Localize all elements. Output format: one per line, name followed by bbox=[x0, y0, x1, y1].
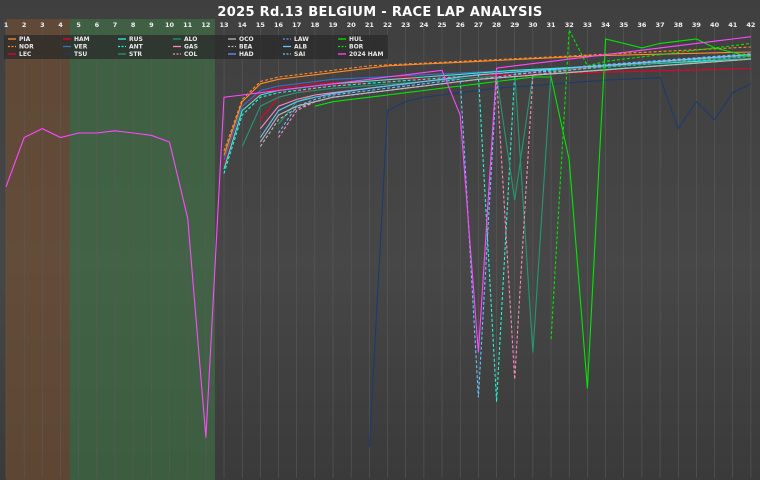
x-tick-9: 9 bbox=[149, 21, 154, 29]
x-tick-14: 14 bbox=[238, 21, 248, 29]
x-tick-labels: 1 2 3 4 5 6 7 8 9 10 11 12 13 14 15 16 17 18 19 20 21 22 23 24 2… bbox=[4, 21, 756, 29]
series-line-tsu bbox=[368, 76, 752, 447]
legend-label: LAW bbox=[294, 36, 309, 43]
x-tick-41: 41 bbox=[728, 21, 738, 29]
x-tick-7: 7 bbox=[113, 21, 118, 29]
x-tick-12: 12 bbox=[201, 21, 210, 29]
series-line-pia bbox=[223, 51, 751, 156]
x-tick-19: 19 bbox=[329, 21, 339, 29]
x-tick-21: 21 bbox=[365, 21, 375, 29]
x-tick-10: 10 bbox=[165, 21, 175, 29]
legend-label: COL bbox=[184, 51, 198, 58]
x-tick-20: 20 bbox=[347, 21, 357, 29]
x-tick-32: 32 bbox=[565, 21, 574, 29]
legend-label: HAM bbox=[74, 36, 90, 43]
lap-analysis-chart: 1 2 3 4 5 6 7 8 9 10 11 12 13 14 15 16 17 18 19 20 21 22 23 24 2… bbox=[0, 0, 760, 480]
legend-label: ALO bbox=[184, 36, 197, 43]
legend-label: OCO bbox=[239, 36, 254, 43]
x-tick-26: 26 bbox=[456, 21, 466, 29]
chart-canvas: 1 2 3 4 5 6 7 8 9 10 11 12 13 14 15 16 17 18 19 20 21 22 23 24 2… bbox=[4, 5, 756, 480]
x-tick-39: 39 bbox=[692, 21, 702, 29]
legend-label: GAS bbox=[184, 44, 198, 51]
x-tick-23: 23 bbox=[401, 21, 410, 29]
x-tick-15: 15 bbox=[256, 21, 266, 29]
shaded-region-2 bbox=[69, 19, 215, 480]
x-tick-8: 8 bbox=[131, 21, 136, 29]
legend-label: 2024 HAM bbox=[349, 51, 383, 58]
legend-label: RUS bbox=[129, 36, 143, 43]
x-tick-6: 6 bbox=[95, 21, 100, 29]
legend-label: STR bbox=[129, 51, 142, 58]
series-line-bor bbox=[550, 27, 751, 340]
x-tick-42: 42 bbox=[746, 21, 755, 29]
x-tick-30: 30 bbox=[528, 21, 538, 29]
legend-label: NOR bbox=[19, 44, 34, 51]
x-tick-29: 29 bbox=[510, 21, 520, 29]
x-tick-34: 34 bbox=[601, 21, 611, 29]
legend-label: TSU bbox=[74, 51, 87, 58]
x-tick-13: 13 bbox=[220, 21, 229, 29]
legend-label: HAD bbox=[239, 51, 254, 58]
legend-label: BOR bbox=[349, 44, 364, 51]
legend-label: LEC bbox=[19, 51, 32, 58]
legend-label: PIA bbox=[19, 36, 31, 43]
legend-label: HUL bbox=[349, 36, 363, 43]
x-tick-5: 5 bbox=[76, 21, 81, 29]
legend-label: SAI bbox=[294, 51, 305, 58]
x-tick-38: 38 bbox=[674, 21, 684, 29]
x-tick-22: 22 bbox=[383, 21, 392, 29]
x-tick-16: 16 bbox=[274, 21, 284, 29]
x-tick-27: 27 bbox=[474, 21, 483, 29]
x-tick-28: 28 bbox=[492, 21, 502, 29]
x-tick-33: 33 bbox=[583, 21, 592, 29]
x-tick-24: 24 bbox=[419, 21, 429, 29]
x-tick-36: 36 bbox=[637, 21, 647, 29]
x-tick-18: 18 bbox=[310, 21, 320, 29]
x-tick-1: 1 bbox=[4, 21, 9, 29]
legend-label: BEA bbox=[239, 44, 253, 51]
x-tick-17: 17 bbox=[292, 21, 301, 29]
x-tick-35: 35 bbox=[619, 21, 629, 29]
x-tick-11: 11 bbox=[183, 21, 193, 29]
shaded-regions bbox=[6, 19, 215, 480]
chart-title: 2025 Rd.13 BELGIUM - RACE LAP ANALYSIS bbox=[217, 5, 542, 20]
x-tick-40: 40 bbox=[710, 21, 720, 29]
series-line-ham bbox=[259, 58, 751, 120]
legend: PIANORLECHAMVERTSURUSANTSTRALOGASCOLOCOB… bbox=[4, 35, 388, 59]
x-tick-31: 31 bbox=[547, 21, 557, 29]
legend-label: VER bbox=[74, 44, 88, 51]
x-tick-3: 3 bbox=[40, 21, 45, 29]
legend-label: ALB bbox=[294, 44, 307, 51]
legend-label: ANT bbox=[129, 44, 144, 51]
series-line-gas bbox=[259, 54, 751, 129]
x-tick-25: 25 bbox=[438, 21, 448, 29]
x-tick-2: 2 bbox=[22, 21, 27, 29]
shaded-region-1 bbox=[6, 19, 70, 480]
x-tick-4: 4 bbox=[58, 21, 63, 29]
x-tick-37: 37 bbox=[656, 21, 665, 29]
